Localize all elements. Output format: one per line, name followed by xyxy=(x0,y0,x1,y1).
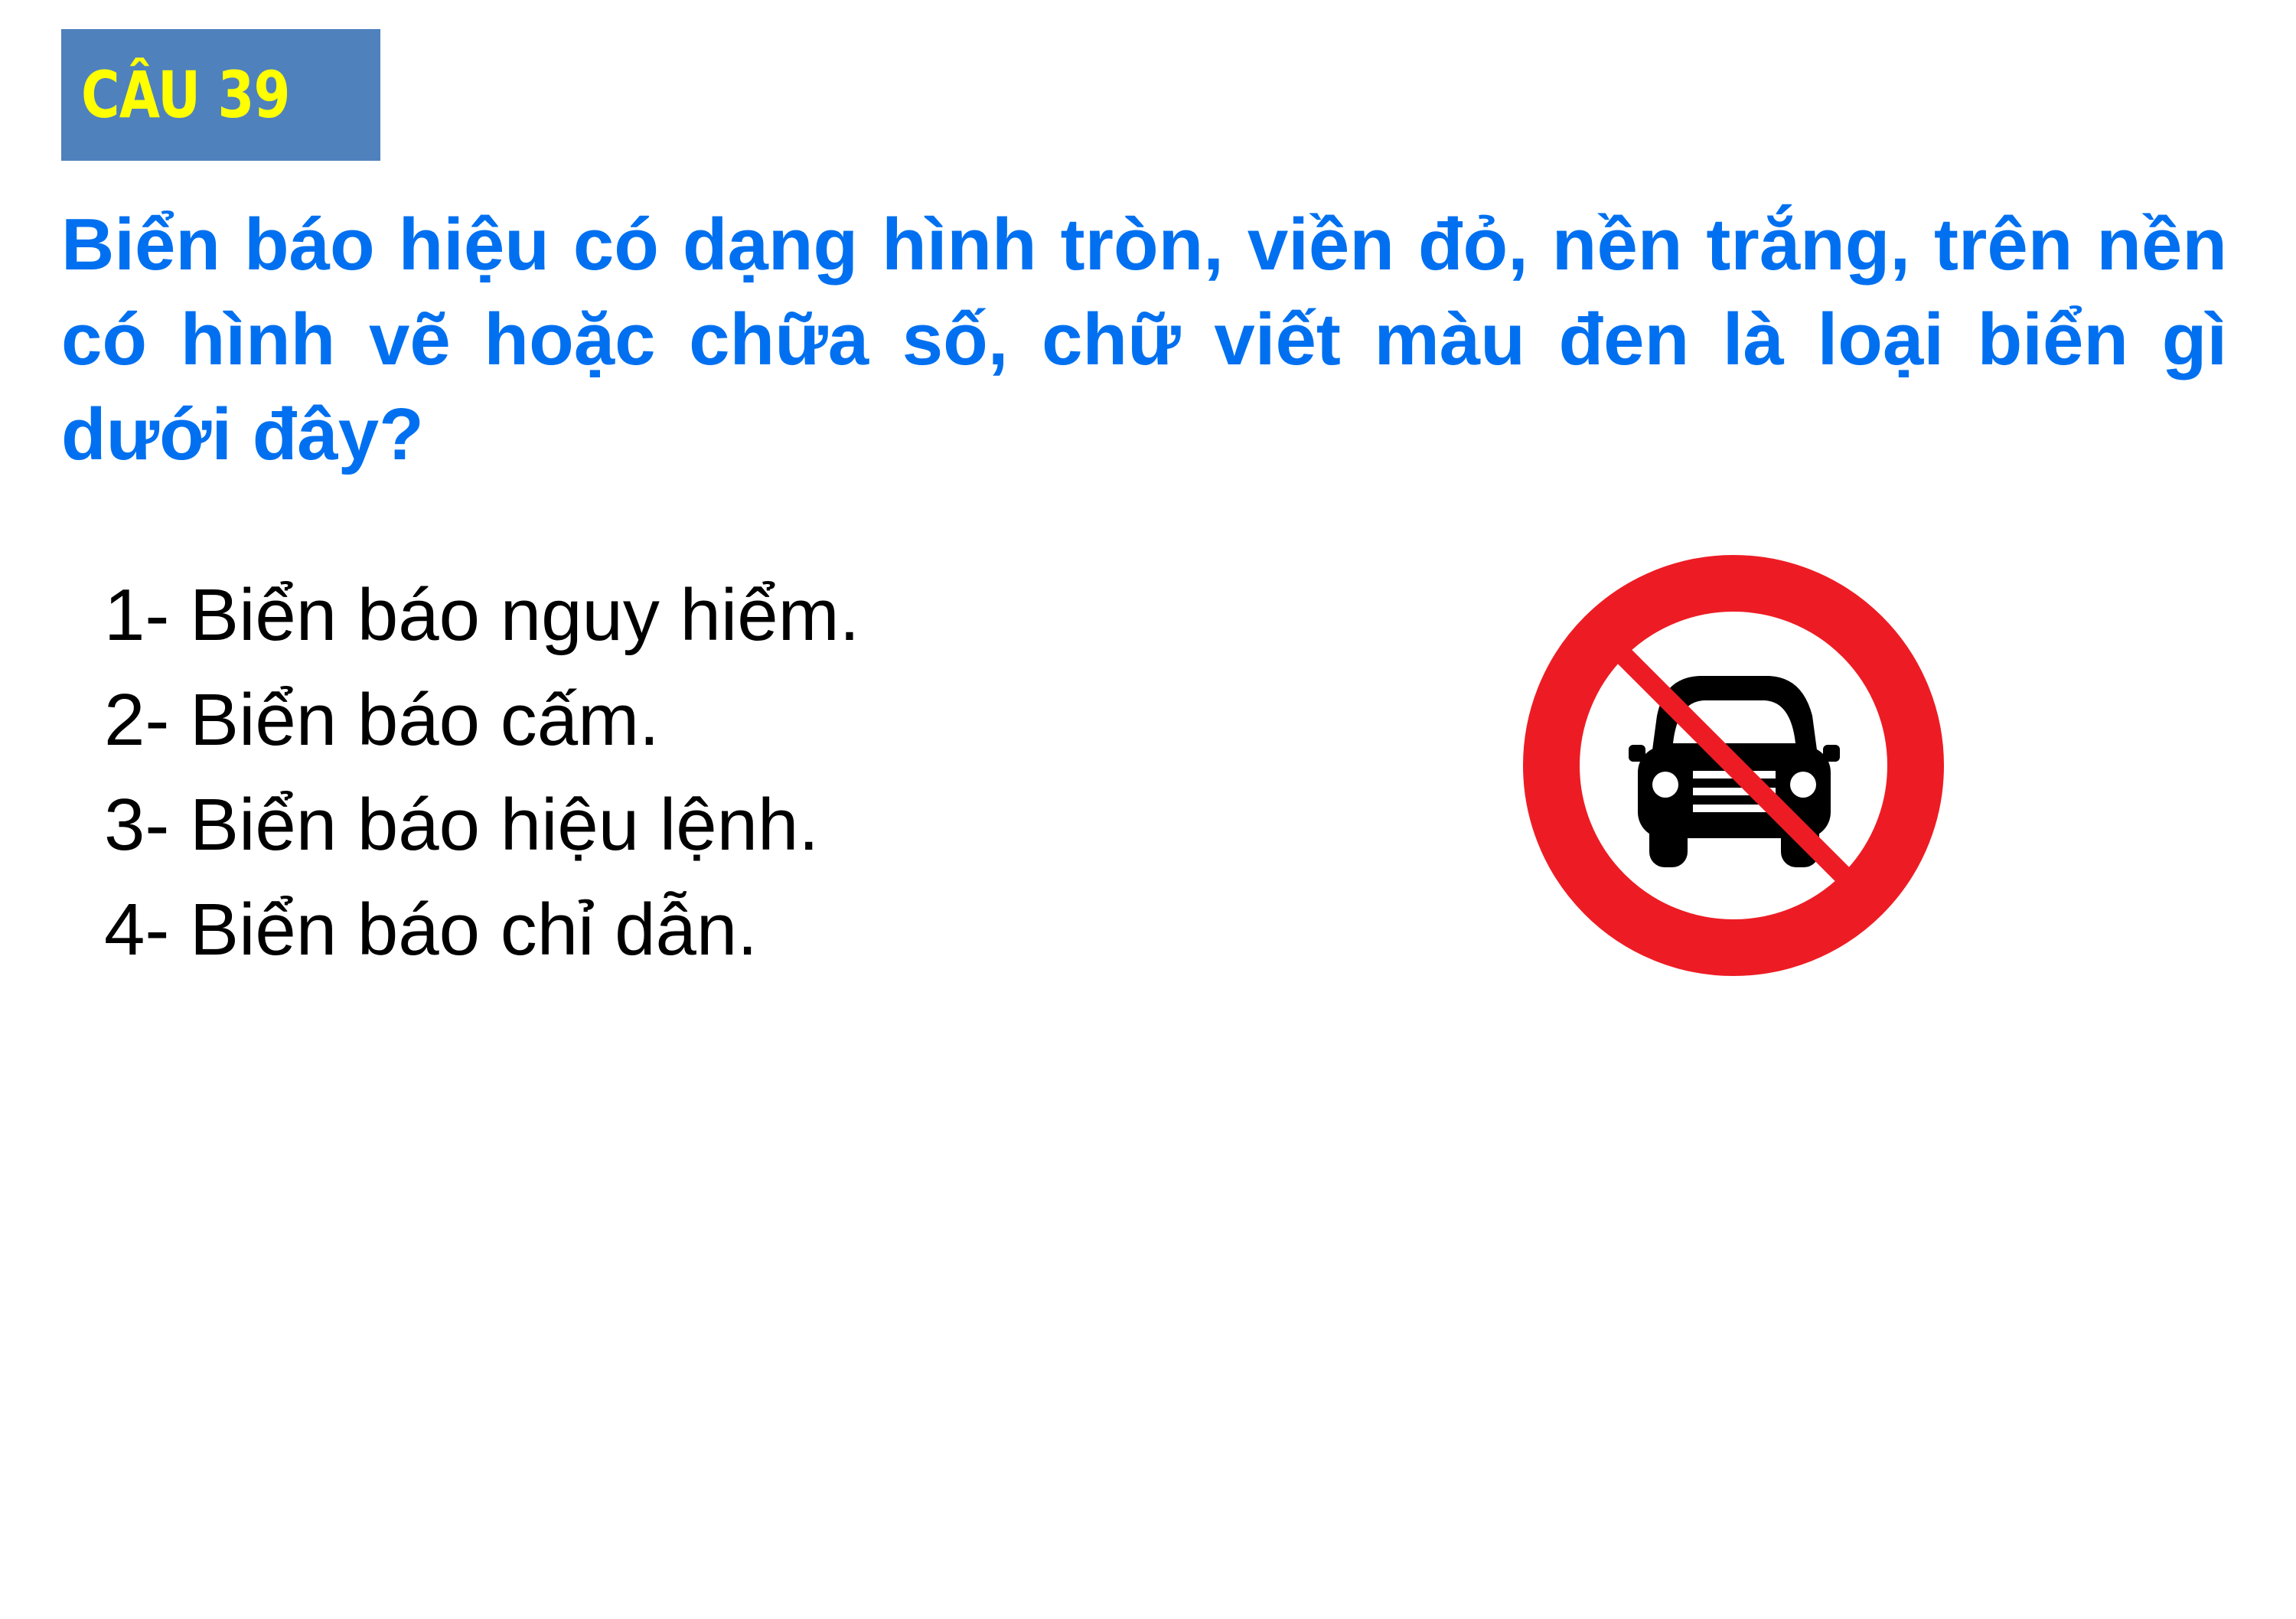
answer-list: 1- Biển báo nguy hiểm. 2- Biển báo cấm. … xyxy=(104,563,859,982)
no-cars-sign-icon xyxy=(1523,555,1944,976)
question-number-badge: CÂU 39 xyxy=(61,29,380,161)
answer-option-1[interactable]: 1- Biển báo nguy hiểm. xyxy=(104,563,859,668)
question-text: Biển báo hiệu có dạng hình tròn, viền đỏ… xyxy=(61,204,2227,475)
answer-option-2[interactable]: 2- Biển báo cấm. xyxy=(104,668,859,772)
answer-option-3[interactable]: 3- Biển báo hiệu lệnh. xyxy=(104,772,859,877)
question-number: CÂU 39 xyxy=(81,57,290,132)
answer-option-4[interactable]: 4- Biển báo chỉ dẫn. xyxy=(104,877,859,982)
